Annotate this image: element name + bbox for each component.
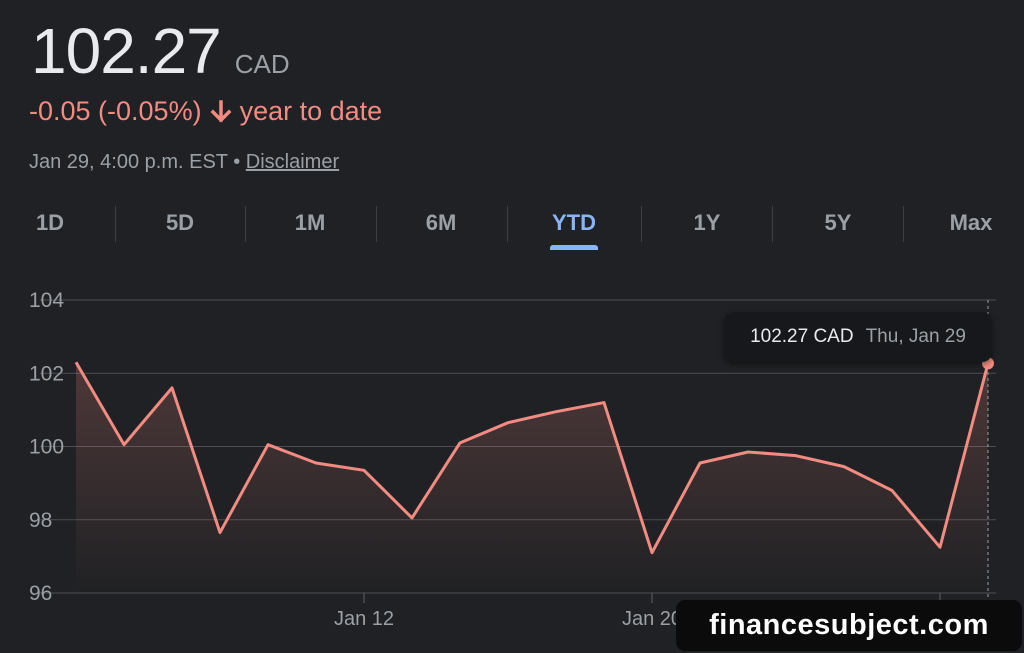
change-value: -0.05 (-0.05%) [29, 96, 202, 126]
tab-max[interactable]: Max [950, 210, 993, 236]
current-price: 102.27 [31, 15, 222, 87]
y-tick-label: 98 [29, 509, 52, 532]
y-tick-label: 104 [29, 289, 64, 312]
tooltip-value: 102.27 CAD [750, 326, 854, 347]
tab-active-indicator [550, 245, 598, 250]
x-tick-label: Jan 12 [334, 608, 394, 630]
tab-1y[interactable]: 1Y [694, 210, 721, 236]
tab-1d[interactable]: 1D [36, 210, 64, 236]
tab-1m[interactable]: 1M [295, 210, 326, 236]
watermark-logo: financesubject.com [676, 600, 1022, 651]
price-row: 102.27 CAD [31, 14, 290, 88]
tab-divider [641, 206, 642, 242]
tab-divider [772, 206, 773, 242]
tab-divider [903, 206, 904, 242]
y-tick-label: 96 [29, 582, 52, 605]
currency-label: CAD [234, 49, 290, 79]
timestamp: Jan 29, 4:00 p.m. EST [29, 151, 228, 173]
tooltip-date: Thu, Jan 29 [865, 326, 966, 347]
tab-divider [507, 206, 508, 242]
change-period: year to date [239, 96, 383, 126]
tab-divider [245, 206, 246, 242]
arrow-down-icon [210, 99, 232, 125]
tab-5y[interactable]: 5Y [825, 210, 852, 236]
tab-ytd[interactable]: YTD [552, 210, 596, 236]
timestamp-row: Jan 29, 4:00 p.m. EST • Disclaimer [29, 151, 339, 174]
y-tick-label: 102 [29, 362, 64, 385]
price-tooltip: 102.27 CAD Thu, Jan 29 [724, 312, 992, 362]
x-tick-label: Jan 20 [622, 608, 682, 630]
range-tabs: 1D 5D 1M 6M YTD 1Y 5Y Max [0, 200, 1024, 252]
tab-divider [376, 206, 377, 242]
separator-dot: • [233, 151, 241, 173]
y-tick-label: 100 [29, 436, 64, 459]
series-area [76, 362, 988, 593]
tab-divider [115, 206, 116, 242]
tab-6m[interactable]: 6M [426, 210, 457, 236]
stock-quote-card: 102.27 CAD -0.05 (-0.05%) year to date J… [0, 0, 1024, 653]
tab-5d[interactable]: 5D [166, 210, 194, 236]
change-row: -0.05 (-0.05%) year to date [29, 96, 382, 127]
disclaimer-link[interactable]: Disclaimer [246, 151, 339, 173]
